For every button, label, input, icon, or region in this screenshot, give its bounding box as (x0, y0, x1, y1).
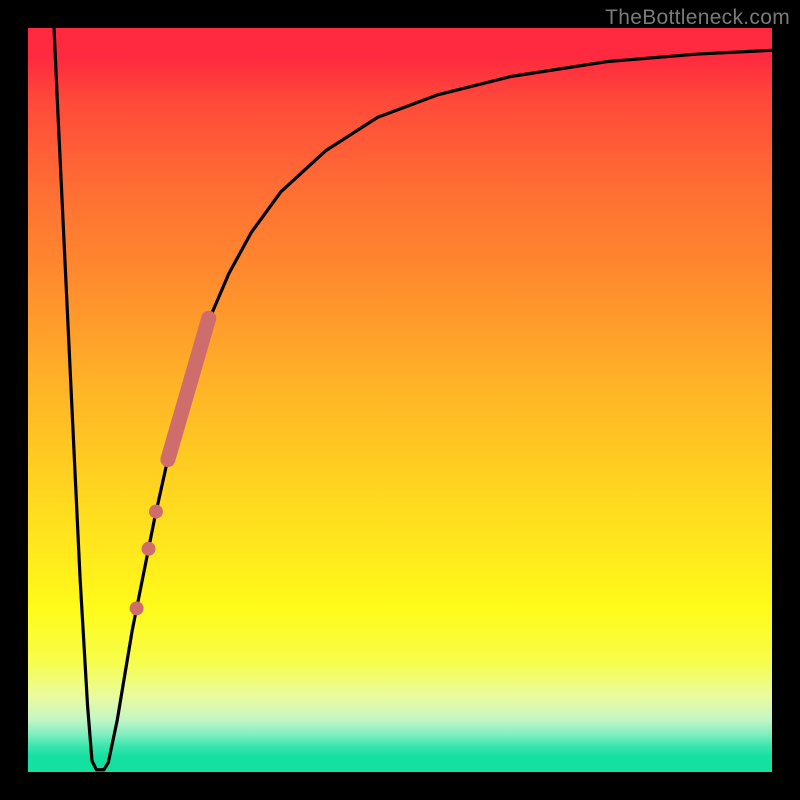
bottleneck-curve (54, 28, 772, 770)
plot-area (28, 28, 772, 772)
chart-svg (28, 28, 772, 772)
watermark-text: TheBottleneck.com (605, 6, 790, 30)
highlight-dot (149, 505, 163, 519)
highlight-segment (168, 318, 209, 459)
chart-stage: TheBottleneck.com (0, 0, 800, 800)
highlight-dot (142, 542, 156, 556)
highlight-dot (130, 601, 144, 615)
